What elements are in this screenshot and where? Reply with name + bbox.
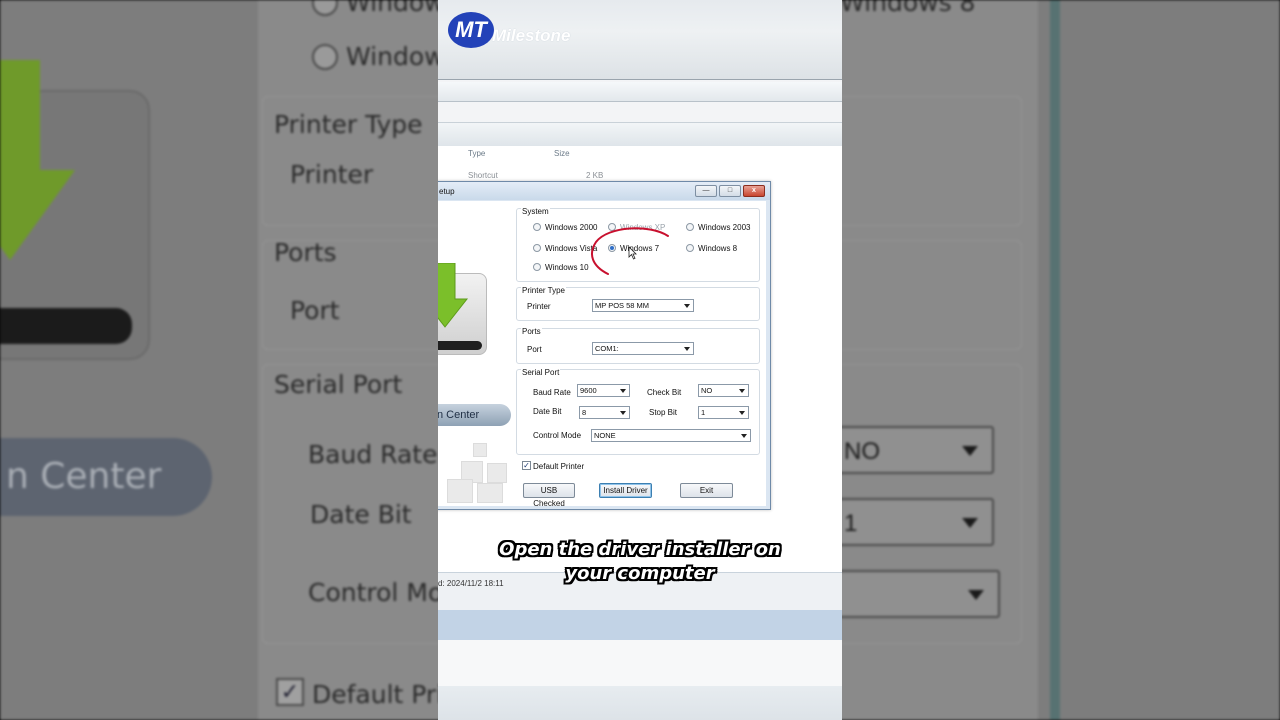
radio-label-windows-8: Windows 8: [698, 244, 738, 253]
chevron-down-icon: [684, 347, 690, 351]
date-bit-select[interactable]: 8: [579, 406, 630, 419]
printer-type-title: Printer Type: [521, 286, 566, 295]
radio-windows-8[interactable]: [686, 244, 694, 252]
dialog-titlebar: etup — □ x: [438, 182, 770, 200]
background-label: Port: [290, 296, 340, 325]
chevron-down-icon: [684, 304, 690, 308]
column-header-type[interactable]: Type: [468, 149, 485, 158]
brand-name: Milestone: [492, 26, 571, 45]
brand-logo-mark: MT: [448, 12, 494, 48]
chevron-down-icon: [620, 411, 626, 415]
background-label: Printer: [290, 160, 374, 189]
system-group-title: System: [521, 207, 550, 216]
radio-windows-10[interactable]: [533, 263, 541, 271]
background-label: Ports: [274, 238, 337, 267]
close-button[interactable]: x: [743, 185, 765, 197]
chevron-down-icon: [620, 389, 626, 393]
date-bit-value: 8: [582, 408, 587, 417]
video-frame-stage: n Center Windows Windows 8 Windows Print…: [0, 0, 1280, 720]
background-label: Default Prin: [312, 680, 459, 709]
radio-label-windows-10: Windows 10: [545, 263, 589, 272]
control-mode-label: Control Mode: [533, 431, 582, 440]
control-mode-value: NONE: [594, 431, 616, 440]
printer-select-value: MP POS 58 MM: [595, 301, 650, 310]
radio-windows-2003[interactable]: [686, 223, 694, 231]
radio-windows-2000[interactable]: [533, 223, 541, 231]
background-select-value: NO: [844, 438, 880, 465]
baud-rate-label: Baud Rate: [533, 388, 571, 397]
file-type-cell: Shortcut: [468, 171, 498, 180]
file-size-cell: 2 KB: [586, 171, 604, 180]
maximize-button[interactable]: □: [719, 185, 741, 197]
background-select: 1: [832, 498, 994, 546]
background-radio: [312, 44, 338, 70]
chevron-down-icon: [741, 434, 747, 438]
port-select[interactable]: COM1:: [592, 342, 694, 355]
printer-type-group: Printer Type Printer MP POS 58 MM: [516, 286, 760, 321]
usb-checked-button[interactable]: USB Checked: [523, 483, 575, 508]
center-pill: n Center: [438, 404, 511, 426]
background-select-value: 1: [844, 510, 858, 537]
date-bit-label: Date Bit: [533, 407, 562, 416]
check-bit-value: NO: [701, 386, 713, 395]
serial-port-group: Serial Port Baud Rate 9600 Check Bit NO …: [516, 368, 760, 455]
default-printer-label: Default Printer: [533, 462, 585, 471]
printer-select[interactable]: MP POS 58 MM: [592, 299, 694, 312]
stop-bit-select[interactable]: 1: [698, 406, 749, 419]
background-label: Date Bit: [310, 500, 412, 529]
blurred-footer: [438, 640, 842, 686]
exit-button[interactable]: Exit: [680, 483, 733, 498]
background-label: Serial Port: [274, 370, 403, 399]
background-label: Printer Type: [274, 110, 423, 139]
video-frame: MT Milestone Type Size Shortcut 2 KB d: …: [438, 0, 842, 720]
background-label: Control Mod: [308, 578, 460, 607]
ports-title: Ports: [521, 327, 542, 336]
baud-rate-select[interactable]: 9600: [577, 384, 630, 397]
video-caption: Open the driver installer on your comput…: [438, 538, 842, 586]
background-label: Baud Rate: [308, 440, 438, 469]
background-strip: [1050, 0, 1060, 720]
dialog-title: etup: [439, 187, 455, 196]
caption-line-2: your computer: [565, 563, 715, 584]
minimize-button[interactable]: —: [695, 185, 717, 197]
baud-rate-value: 9600: [580, 386, 597, 395]
port-label: Port: [527, 345, 542, 354]
background-label: Windows 8: [840, 0, 976, 17]
download-arrow-icon: [438, 263, 469, 328]
port-select-value: COM1:: [595, 344, 619, 353]
footer-band: [438, 686, 842, 720]
toolbar-band: [438, 122, 842, 146]
default-printer-checkbox[interactable]: ✓: [522, 461, 531, 470]
column-header-size[interactable]: Size: [554, 149, 570, 158]
radio-windows-vista[interactable]: [533, 244, 541, 252]
decorative-cubes: [443, 443, 509, 503]
installer-artwork: n Center: [438, 201, 513, 506]
ports-group: Ports Port COM1:: [516, 327, 760, 364]
background-download-arrow-icon: [0, 60, 75, 260]
background-checkbox: ✓: [276, 678, 304, 706]
background-select: [832, 570, 1000, 618]
mouse-cursor-icon: [628, 246, 637, 260]
chevron-down-icon: [739, 411, 745, 415]
check-bit-select[interactable]: NO: [698, 384, 749, 397]
control-mode-select[interactable]: NONE: [591, 429, 751, 442]
taskbar-band: [438, 610, 842, 640]
check-bit-label: Check Bit: [647, 388, 682, 397]
caption-line-1: Open the driver installer on: [499, 539, 781, 560]
stop-bit-value: 1: [701, 408, 706, 417]
install-driver-button[interactable]: Install Driver: [599, 483, 652, 498]
serial-port-title: Serial Port: [521, 368, 561, 377]
stop-bit-label: Stop Bit: [649, 408, 678, 417]
address-bar: [438, 82, 842, 102]
background-center-pill: n Center: [0, 438, 212, 516]
radio-label-windows-2003: Windows 2003: [698, 223, 751, 232]
chevron-down-icon: [739, 389, 745, 393]
printer-label: Printer: [527, 302, 551, 311]
background-select: NO: [832, 426, 994, 474]
